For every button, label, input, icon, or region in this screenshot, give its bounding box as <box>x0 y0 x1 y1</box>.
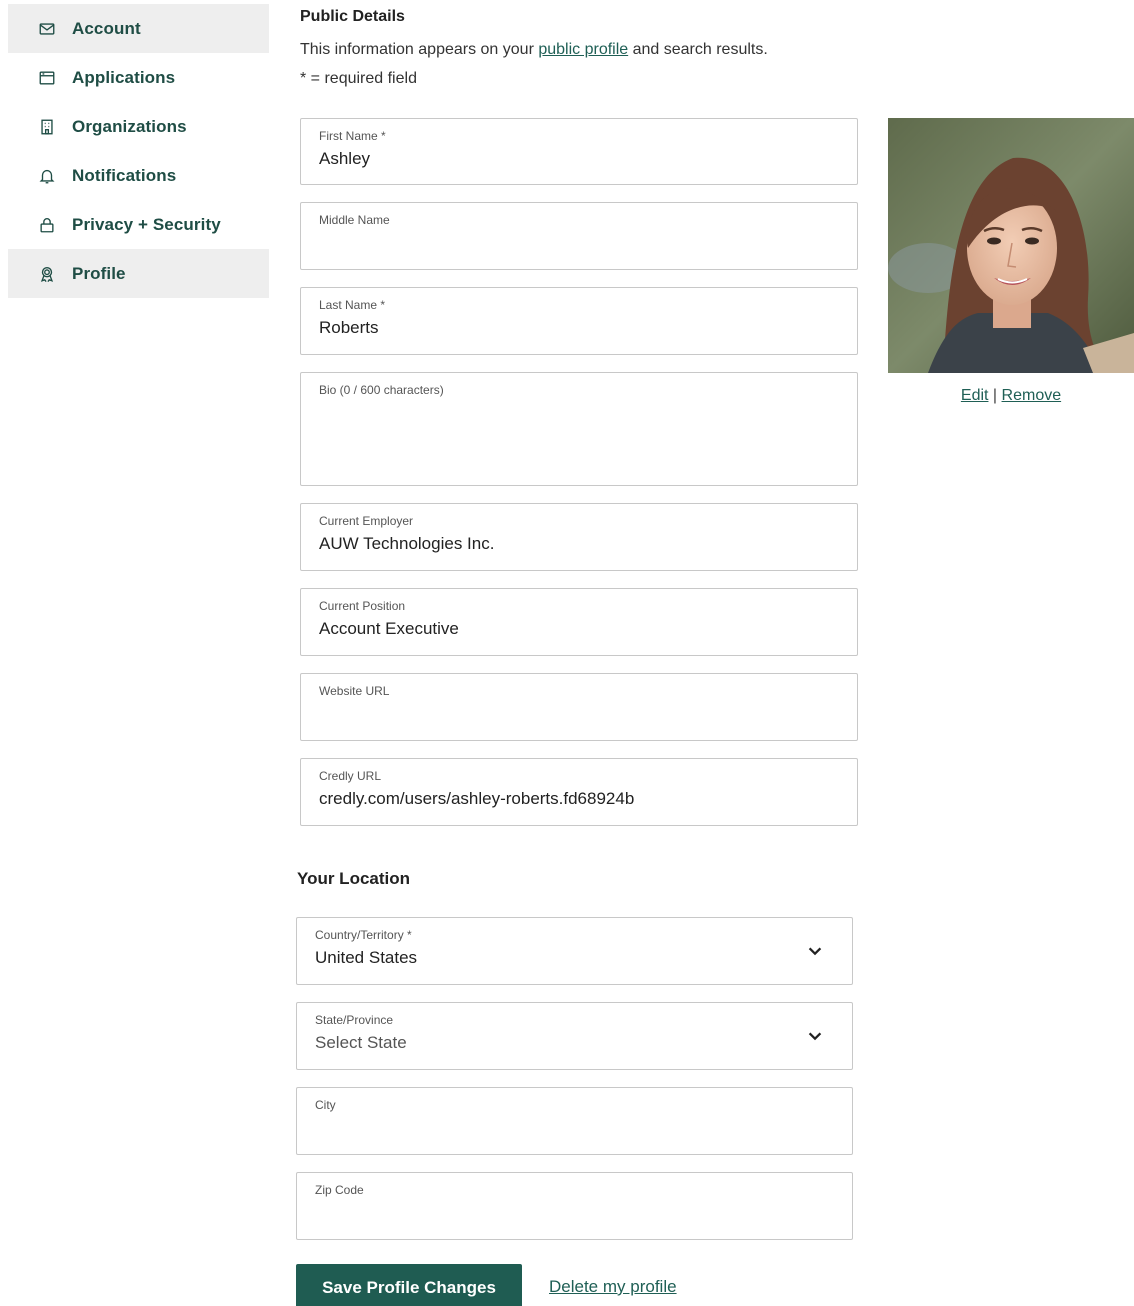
field-value: Ashley <box>319 149 371 168</box>
field-label: Country/Territory * <box>315 928 412 942</box>
required-field-note: * = required field <box>300 70 417 87</box>
field-label: Website URL <box>319 684 390 698</box>
field-value: Roberts <box>319 318 379 337</box>
field-label: Last Name * <box>319 298 386 312</box>
your-location-title: Your Location <box>297 869 411 888</box>
field-value: Account Executive <box>319 619 459 638</box>
credly-url-field[interactable]: Credly URL credly.com/users/ashley-rober… <box>300 758 858 826</box>
bell-icon <box>36 166 58 186</box>
delete-profile-link[interactable]: Delete my profile <box>549 1277 677 1297</box>
sidebar-item-label: Notifications <box>72 165 177 185</box>
public-details-title: Public Details <box>300 8 405 25</box>
photo-actions: Edit | Remove <box>888 387 1134 405</box>
current-position-field[interactable]: Current Position Account Executive <box>300 588 858 656</box>
chevron-down-icon <box>808 1032 822 1041</box>
field-value: Select State <box>315 1033 407 1052</box>
field-label: Credly URL <box>319 769 382 783</box>
field-value: United States <box>315 948 418 967</box>
edit-photo-link[interactable]: Edit <box>961 387 989 404</box>
sidebar-item-privacy-security[interactable]: Privacy + Security <box>8 200 269 249</box>
settings-sidebar: Account Applications Organizations Notif… <box>8 4 269 298</box>
window-icon <box>36 68 58 88</box>
save-profile-button[interactable]: Save Profile Changes <box>296 1264 522 1306</box>
field-value: AUW Technologies Inc. <box>319 534 495 553</box>
sidebar-item-account[interactable]: Account <box>8 4 269 53</box>
badge-icon <box>36 264 58 284</box>
sidebar-item-notifications[interactable]: Notifications <box>8 151 269 200</box>
sidebar-item-organizations[interactable]: Organizations <box>8 102 269 151</box>
sidebar-item-applications[interactable]: Applications <box>8 53 269 102</box>
sidebar-item-label: Privacy + Security <box>72 214 221 234</box>
city-field[interactable]: City <box>296 1087 853 1155</box>
sidebar-item-label: Applications <box>72 67 176 87</box>
last-name-field[interactable]: Last Name * Roberts <box>300 287 858 355</box>
state-select[interactable]: State/Province Select State <box>296 1002 853 1070</box>
bio-textarea[interactable]: Bio (0 / 600 characters) <box>300 372 858 486</box>
intro-text: This information appears on your <box>300 41 539 58</box>
country-select[interactable]: Country/Territory * United States <box>296 917 853 985</box>
field-label: City <box>315 1098 336 1112</box>
field-label: Middle Name <box>319 213 390 227</box>
field-label: State/Province <box>315 1013 394 1027</box>
field-label: Zip Code <box>315 1183 364 1197</box>
current-employer-field[interactable]: Current Employer AUW Technologies Inc. <box>300 503 858 571</box>
sidebar-item-label: Organizations <box>72 116 187 136</box>
field-label: First Name * <box>319 129 386 143</box>
public-profile-link[interactable]: public profile <box>538 41 628 58</box>
sidebar-item-label: Account <box>72 18 141 38</box>
building-icon <box>36 117 58 137</box>
sidebar-item-profile[interactable]: Profile <box>8 249 269 298</box>
public-details-intro: This information appears on your public … <box>300 41 768 59</box>
remove-photo-link[interactable]: Remove <box>1002 387 1062 404</box>
zip-code-field[interactable]: Zip Code <box>296 1172 853 1240</box>
field-label: Bio (0 / 600 characters) <box>319 383 444 397</box>
chevron-down-icon <box>808 947 822 956</box>
lock-icon <box>36 215 58 235</box>
link-separator: | <box>992 387 998 404</box>
middle-name-field[interactable]: Middle Name <box>300 202 858 270</box>
field-label: Current Employer <box>319 514 414 528</box>
sidebar-item-label: Profile <box>72 263 126 283</box>
website-url-field[interactable]: Website URL <box>300 673 858 741</box>
field-label: Current Position <box>319 599 406 613</box>
field-value: credly.com/users/ashley-roberts.fd68924b <box>319 789 635 808</box>
intro-text-end: and search results. <box>628 41 768 58</box>
mail-icon <box>36 19 58 39</box>
first-name-field[interactable]: First Name * Ashley <box>300 118 858 185</box>
profile-photo <box>888 118 1134 373</box>
